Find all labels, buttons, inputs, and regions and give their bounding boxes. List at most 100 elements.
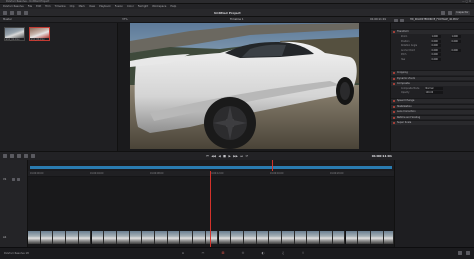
menu-item-app[interactable]: DaVinci Resolve (3, 5, 24, 8)
metadata-icon[interactable] (447, 11, 452, 15)
menu-item-help[interactable]: Help (170, 5, 176, 8)
video-track-v1[interactable] (28, 231, 394, 244)
viewer-timeline-name[interactable]: Timeline 1 (230, 18, 244, 22)
value-field[interactable]: 0.000 (431, 44, 441, 48)
menu-item-workspace[interactable]: Workspace (152, 5, 166, 8)
settings-icon[interactable] (466, 251, 470, 255)
section-enable-icon[interactable] (393, 31, 395, 34)
page-bar: DaVinci Resolve 18 ⌂ ✂ ⊞ ⊙ ◐ ♫ ⇪ (0, 247, 474, 259)
inspector-section-transform[interactable]: Transform (391, 29, 474, 34)
section-label: Transform (397, 30, 409, 33)
menu-item-fairlight[interactable]: Fairlight (138, 5, 148, 8)
clip-frame (66, 231, 79, 244)
menu-item-mark[interactable]: Mark (79, 5, 85, 8)
menu-item-file[interactable]: File (28, 5, 32, 8)
timeline-overview[interactable] (28, 160, 394, 171)
page-deliver-icon[interactable]: ⇪ (300, 250, 306, 256)
inspector-section-lens-correction[interactable]: Lens Correction (391, 109, 474, 114)
menu-item-playback[interactable]: Playback (99, 5, 111, 8)
go-to-start-button[interactable]: ⏮ (206, 154, 209, 158)
value-field[interactable]: 0.000 (431, 48, 441, 52)
inspector-button[interactable]: Inspector (454, 11, 470, 15)
menu-item-edit[interactable]: Edit (36, 5, 41, 8)
page-edit-icon[interactable]: ⊞ (220, 250, 226, 256)
value-field[interactable]: 0.000 (431, 57, 441, 61)
section-enable-icon[interactable] (393, 72, 395, 75)
timeline-playhead[interactable] (210, 171, 211, 247)
menu-item-view[interactable]: View (89, 5, 95, 8)
clip-frame (53, 231, 67, 244)
clip-frame (91, 231, 105, 244)
snap-icon[interactable] (24, 154, 28, 158)
section-enable-icon[interactable] (393, 122, 395, 125)
toolbar: Untitled Project Inspector (0, 9, 474, 17)
track-label-v1[interactable]: V1 (3, 178, 6, 181)
track-lock-icon[interactable] (12, 178, 15, 181)
rewind-button[interactable]: ◀◀ (211, 154, 216, 158)
media-pool-icon[interactable] (3, 11, 7, 15)
mixer-icon[interactable] (440, 11, 445, 15)
track-visibility-icon[interactable] (17, 178, 20, 181)
opacity-field[interactable]: 100.00 (425, 91, 443, 95)
composite-mode-select[interactable]: Normal (425, 86, 443, 90)
selection-tool-icon[interactable] (10, 154, 14, 158)
fast-forward-button[interactable]: ▶▶ (233, 154, 238, 158)
inspector-section-composite[interactable]: Composite (391, 81, 474, 86)
media-pool: shot_01.mov shot_02.mov (0, 23, 118, 151)
overview-playhead[interactable] (272, 160, 273, 171)
menu-item-trim[interactable]: Trim (45, 5, 51, 8)
clip-frame (167, 231, 181, 244)
section-enable-icon[interactable] (393, 116, 395, 119)
section-enable-icon[interactable] (393, 105, 395, 108)
clip-frame (256, 231, 270, 244)
stop-button[interactable]: ■ (223, 154, 226, 158)
go-to-end-button[interactable]: ⏭ (240, 154, 243, 158)
blade-tool-icon[interactable] (17, 154, 21, 158)
home-icon[interactable] (458, 251, 462, 255)
edit-index-icon[interactable] (17, 11, 21, 15)
page-media-icon[interactable]: ⌂ (180, 250, 186, 256)
section-enable-icon[interactable] (393, 83, 395, 86)
value-field[interactable]: 0.000 (451, 39, 461, 43)
clip-frame (142, 231, 155, 244)
inspector-section-retime[interactable]: Retime and Scaling (391, 114, 474, 119)
menu-item-color[interactable]: Color (127, 5, 134, 8)
section-enable-icon[interactable] (393, 111, 395, 114)
play-button[interactable]: ▶ (228, 154, 230, 158)
value-field[interactable]: 0.000 (431, 39, 441, 43)
loop-button[interactable]: ⟳ (246, 154, 249, 158)
page-cut-icon[interactable]: ✂ (200, 250, 206, 256)
value-field[interactable]: 1.000 (431, 35, 441, 39)
effects-library-icon[interactable] (10, 11, 14, 15)
media-clip-selected[interactable]: shot_02.mov (29, 27, 50, 41)
section-enable-icon[interactable] (393, 77, 395, 80)
page-color-icon[interactable]: ◐ (260, 250, 266, 256)
media-clip[interactable]: shot_01.mov (4, 27, 25, 41)
value-field[interactable]: 0.000 (451, 48, 461, 52)
value-field[interactable]: 0.000 (431, 53, 441, 57)
inspector-section-speed-change[interactable]: Speed Change (391, 98, 474, 103)
viewer-zoom[interactable]: 37% (122, 18, 128, 22)
inspector-section-super-scale[interactable]: Super Scale (391, 120, 474, 125)
inspector-section-dynamic-zoom[interactable]: Dynamic Zoom (391, 75, 474, 80)
track-label-a1[interactable]: A1 (3, 236, 6, 239)
page-fairlight-icon[interactable]: ♫ (280, 250, 286, 256)
timeline-view-icon[interactable] (3, 154, 7, 158)
page-fusion-icon[interactable]: ⊙ (240, 250, 246, 256)
inspector-section-stabilization[interactable]: Stabilization (391, 103, 474, 108)
link-icon[interactable] (31, 154, 35, 158)
menu-item-clip[interactable]: Clip (70, 5, 75, 8)
viewer-frame[interactable] (130, 23, 359, 149)
play-reverse-button[interactable]: ◀ (218, 154, 220, 158)
inspector-section-cropping[interactable]: Cropping (391, 70, 474, 75)
menu-item-timeline[interactable]: Timeline (55, 5, 66, 8)
audio-tab-icon[interactable] (400, 18, 404, 22)
transform-row-pitch: Pitch 0.000 (401, 53, 471, 57)
section-enable-icon[interactable] (393, 100, 395, 103)
menu-item-fusion[interactable]: Fusion (115, 5, 123, 8)
value-field[interactable]: 1.000 (451, 35, 461, 39)
video-tab-icon[interactable] (394, 18, 398, 22)
row-label: Anchor Point (401, 48, 415, 52)
sound-library-icon[interactable] (24, 11, 28, 15)
clip-frame (294, 231, 308, 244)
